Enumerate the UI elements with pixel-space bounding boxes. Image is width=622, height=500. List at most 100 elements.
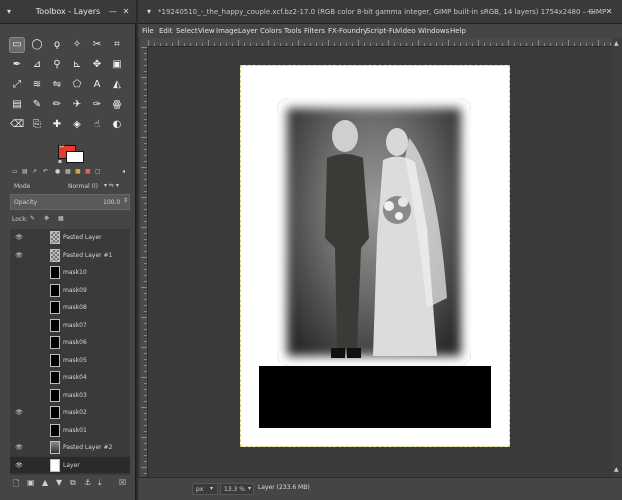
mypaint-icon[interactable]: ꙮ xyxy=(110,98,124,112)
paintbrush-icon[interactable]: ✎ xyxy=(30,98,44,112)
menu-windows[interactable]: Windows xyxy=(418,24,449,38)
new-group-icon[interactable]: ▣ xyxy=(27,478,35,487)
vertical-scrollbar[interactable]: ▲ ▲ xyxy=(612,38,622,477)
layer-row[interactable]: mask04 xyxy=(10,369,130,387)
menu-image[interactable]: Image xyxy=(216,24,238,38)
window-menu-icon[interactable]: ▾ xyxy=(144,7,154,17)
fuzzy-select-icon[interactable]: ✧ xyxy=(70,38,84,52)
clone-icon[interactable]: ⎘ xyxy=(30,118,44,132)
align-icon[interactable]: ▣ xyxy=(110,58,124,72)
layer-row[interactable]: 👁 Pasted Layer #1 xyxy=(10,247,130,265)
patterns-tab-icon[interactable]: ▦ xyxy=(65,168,71,175)
path-icon[interactable]: ✒ xyxy=(10,58,24,72)
menu-view[interactable]: View xyxy=(198,24,215,38)
menu-colors[interactable]: Colors xyxy=(260,24,282,38)
visibility-eye-icon[interactable] xyxy=(14,427,24,434)
warp-icon[interactable]: ≋ xyxy=(30,78,44,92)
visibility-eye-icon[interactable]: 👁 xyxy=(14,444,24,451)
lock-position-icon[interactable]: ✥ xyxy=(44,215,49,222)
minimize-icon[interactable]: — xyxy=(108,7,118,17)
smudge-icon[interactable]: ☝ xyxy=(90,118,104,132)
layers-tab-icon[interactable]: ▭ xyxy=(12,168,18,175)
scissors-icon[interactable]: ✂ xyxy=(90,38,104,52)
image-canvas[interactable] xyxy=(148,47,612,477)
text-icon[interactable]: A xyxy=(90,78,104,92)
image-titlebar[interactable]: ▾ *19240510_-_the_happy_couple.xcf.bz2-1… xyxy=(138,0,622,24)
heal-icon[interactable]: ✚ xyxy=(50,118,64,132)
undo-tab-icon[interactable]: ↶ xyxy=(43,168,48,175)
merge-down-icon[interactable]: ⤓ xyxy=(98,478,102,488)
visibility-eye-icon[interactable] xyxy=(14,269,24,276)
horizontal-ruler[interactable] xyxy=(148,38,612,47)
free-select-icon[interactable]: ϙ xyxy=(50,38,64,52)
paths-tab-icon[interactable]: ↗ xyxy=(32,168,37,175)
layer-row[interactable]: 👁 Pasted Layer xyxy=(10,229,130,247)
transform-icon[interactable]: ⤢ xyxy=(10,78,24,92)
layer-row[interactable]: 👁 Layer xyxy=(10,456,130,474)
scroll-down-icon[interactable]: ▲ xyxy=(614,466,619,473)
move-icon[interactable]: ✥ xyxy=(90,58,104,72)
layer-row[interactable]: mask05 xyxy=(10,352,130,370)
raise-layer-icon[interactable]: ▲ xyxy=(42,478,48,487)
dock-menu-icon[interactable]: ◂ xyxy=(122,168,125,175)
background-color-swatch[interactable] xyxy=(66,151,84,163)
images-tab-icon[interactable]: ▢ xyxy=(95,168,101,175)
layer-row[interactable]: 👁 mask02 xyxy=(10,404,130,422)
perspective-clone-icon[interactable]: ◈ xyxy=(70,118,84,132)
unit-select[interactable]: px ▾ xyxy=(192,483,218,495)
layer-row[interactable]: mask06 xyxy=(10,334,130,352)
layer-row[interactable]: mask09 xyxy=(10,282,130,300)
dodge-burn-icon[interactable]: ◐ xyxy=(110,118,124,132)
mode-dropdown-icon[interactable]: ▾ ⇋ ▾ xyxy=(104,182,119,189)
minimize-icon[interactable]: — xyxy=(586,7,596,17)
opacity-slider[interactable]: Opacity 100.0 ⇕ xyxy=(10,194,130,210)
lower-layer-icon[interactable]: ▼ xyxy=(56,478,62,487)
rect-select-icon[interactable]: ▭ xyxy=(9,37,25,53)
zoom-icon[interactable]: ⚲ xyxy=(50,58,64,72)
new-layer-icon[interactable]: 🗋 xyxy=(13,478,19,492)
layer-row[interactable]: mask08 xyxy=(10,299,130,317)
visibility-eye-icon[interactable]: 👁 xyxy=(14,234,24,241)
navigate-icon[interactable]: ▲ xyxy=(614,40,619,47)
menu-script-fu[interactable]: Script-Fu xyxy=(366,24,397,38)
eraser-icon[interactable]: ⌫ xyxy=(10,118,24,132)
close-icon[interactable]: ✕ xyxy=(604,7,614,17)
layer-row[interactable]: 👁 Pasted Layer #2 xyxy=(10,439,130,457)
gradient-icon[interactable]: ▤ xyxy=(10,98,24,112)
color-picker-icon[interactable]: ⊿ xyxy=(30,58,44,72)
menu-file[interactable]: File xyxy=(142,24,154,38)
visibility-eye-icon[interactable] xyxy=(14,304,24,311)
brushes-tab-icon[interactable]: ● xyxy=(55,168,60,175)
ink-icon[interactable]: ✑ xyxy=(90,98,104,112)
flip-icon[interactable]: ⇋ xyxy=(50,78,64,92)
menu-select[interactable]: Select xyxy=(176,24,198,38)
layer-row[interactable]: mask01 xyxy=(10,422,130,440)
visibility-eye-icon[interactable]: 👁 xyxy=(14,462,24,469)
menu-video[interactable]: Video xyxy=(396,24,416,38)
measure-icon[interactable]: ⊾ xyxy=(70,58,84,72)
zoom-select[interactable]: 13.3 % ▾ xyxy=(220,483,254,495)
visibility-eye-icon[interactable] xyxy=(14,287,24,294)
cage-icon[interactable]: ⬠ xyxy=(70,78,84,92)
vertical-ruler[interactable] xyxy=(140,47,148,477)
fonts-tab-icon[interactable]: ■ xyxy=(85,168,91,175)
visibility-eye-icon[interactable]: 👁 xyxy=(14,409,24,416)
visibility-eye-icon[interactable] xyxy=(14,322,24,329)
menu-edit[interactable]: Edit xyxy=(159,24,173,38)
anchor-layer-icon[interactable]: ⚓ xyxy=(84,478,91,487)
menu-fx-foundry[interactable]: FX-Foundry xyxy=(328,24,367,38)
channels-tab-icon[interactable]: ▤ xyxy=(22,168,28,175)
lock-pixels-icon[interactable]: ✎ xyxy=(30,215,35,222)
visibility-eye-icon[interactable] xyxy=(14,339,24,346)
delete-layer-icon[interactable]: ☒ xyxy=(119,478,126,487)
visibility-eye-icon[interactable]: 👁 xyxy=(14,252,24,259)
lock-alpha-icon[interactable]: ▦ xyxy=(58,215,64,222)
mode-select[interactable]: Normal (l) xyxy=(68,183,98,190)
airbrush-icon[interactable]: ✈ xyxy=(70,98,84,112)
bucket-fill-icon[interactable]: ◭ xyxy=(110,78,124,92)
menu-tools[interactable]: Tools xyxy=(284,24,301,38)
crop-icon[interactable]: ⌗ xyxy=(110,38,124,52)
swap-colors-icon[interactable]: ↔ xyxy=(59,143,64,150)
layer-row[interactable]: mask07 xyxy=(10,317,130,335)
menu-layer[interactable]: Layer xyxy=(238,24,258,38)
